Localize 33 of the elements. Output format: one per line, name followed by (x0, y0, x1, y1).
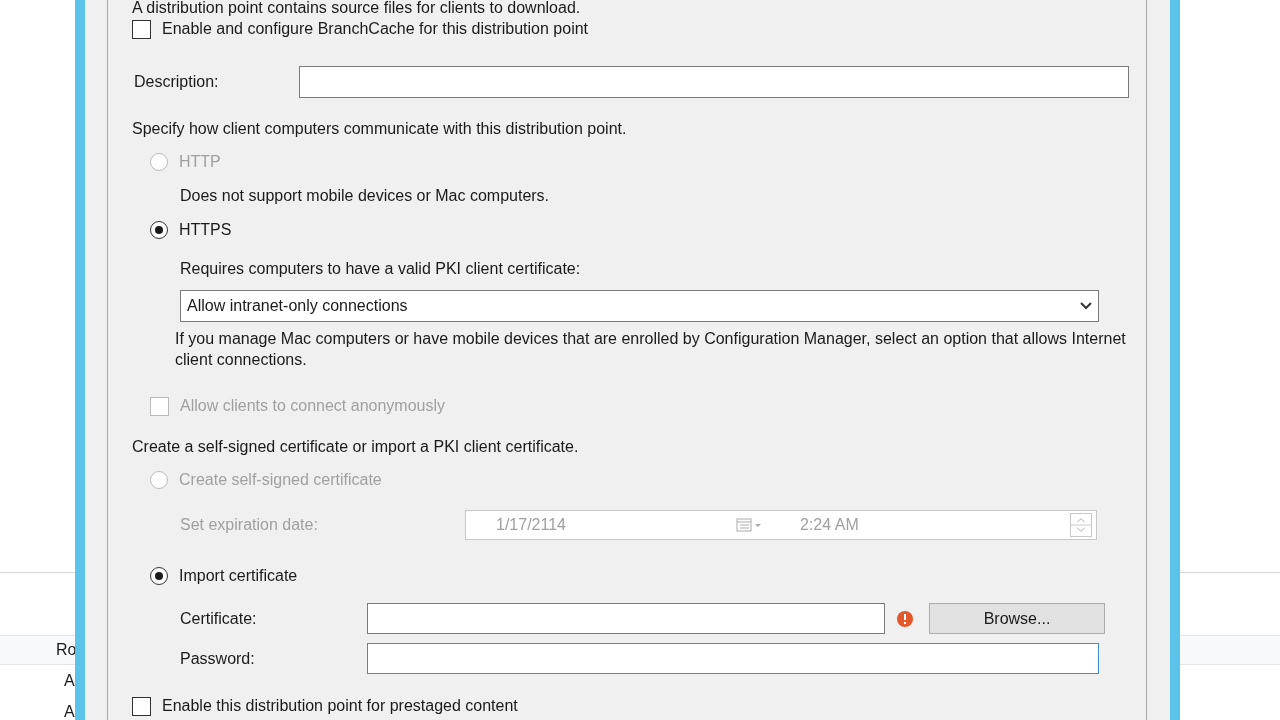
field-label: Certificate: (180, 609, 258, 628)
radio-button[interactable] (150, 221, 168, 239)
chevron-icon (1080, 302, 1092, 310)
field-label: Password: (180, 649, 256, 668)
help-text: If you manage Mac computers or have mobile devices that are enrolled by Configuration Manager, select an option that allows Internet client connections. (174, 329, 1127, 370)
field-label: Set expiration date: (180, 516, 319, 534)
description-field[interactable] (299, 66, 1129, 98)
certificate-field[interactable] (367, 603, 885, 634)
field-label: Description: (133, 73, 220, 91)
checkbox-label: Enable this distribution point for prestaged content (162, 697, 518, 715)
list-item[interactable]: A (64, 671, 75, 690)
browse-button[interactable]: Browse... (929, 603, 1105, 634)
checkbox-label: Allow clients to connect anonymously (180, 397, 446, 415)
checkbox[interactable] (132, 696, 151, 716)
calendar-icon (736, 518, 762, 532)
radio-label: Create self-signed certificate (179, 471, 382, 489)
password-field[interactable] (367, 643, 1099, 674)
radio-label: Import certificate (179, 567, 298, 585)
prompt-text: Specify how client computers communicate with this distribution point. (132, 120, 627, 138)
column-header[interactable]: Ro (56, 641, 77, 659)
warning-icon (896, 609, 914, 628)
radio-label: HTTP (179, 153, 221, 171)
spinner-icon (1070, 513, 1092, 537)
connection-dropdown[interactable]: Allow intranet-only connections (180, 290, 1099, 322)
radio-label: HTTPS (179, 221, 232, 239)
radio-button[interactable] (150, 567, 168, 585)
intro-text: A distribution point contains source files for clients to download. (132, 0, 581, 16)
checkbox[interactable] (132, 19, 151, 39)
prompt-text: Create a self-signed certificate or import a PKI client certificate. (132, 438, 579, 456)
note-text: Does not support mobile devices or Mac computers. (180, 187, 550, 205)
checkbox-label: Enable and configure BranchCache for this distribution point (162, 20, 589, 38)
note-text: Requires computers to have a valid PKI client certificate: (180, 260, 581, 278)
list-item[interactable]: A (64, 702, 75, 720)
